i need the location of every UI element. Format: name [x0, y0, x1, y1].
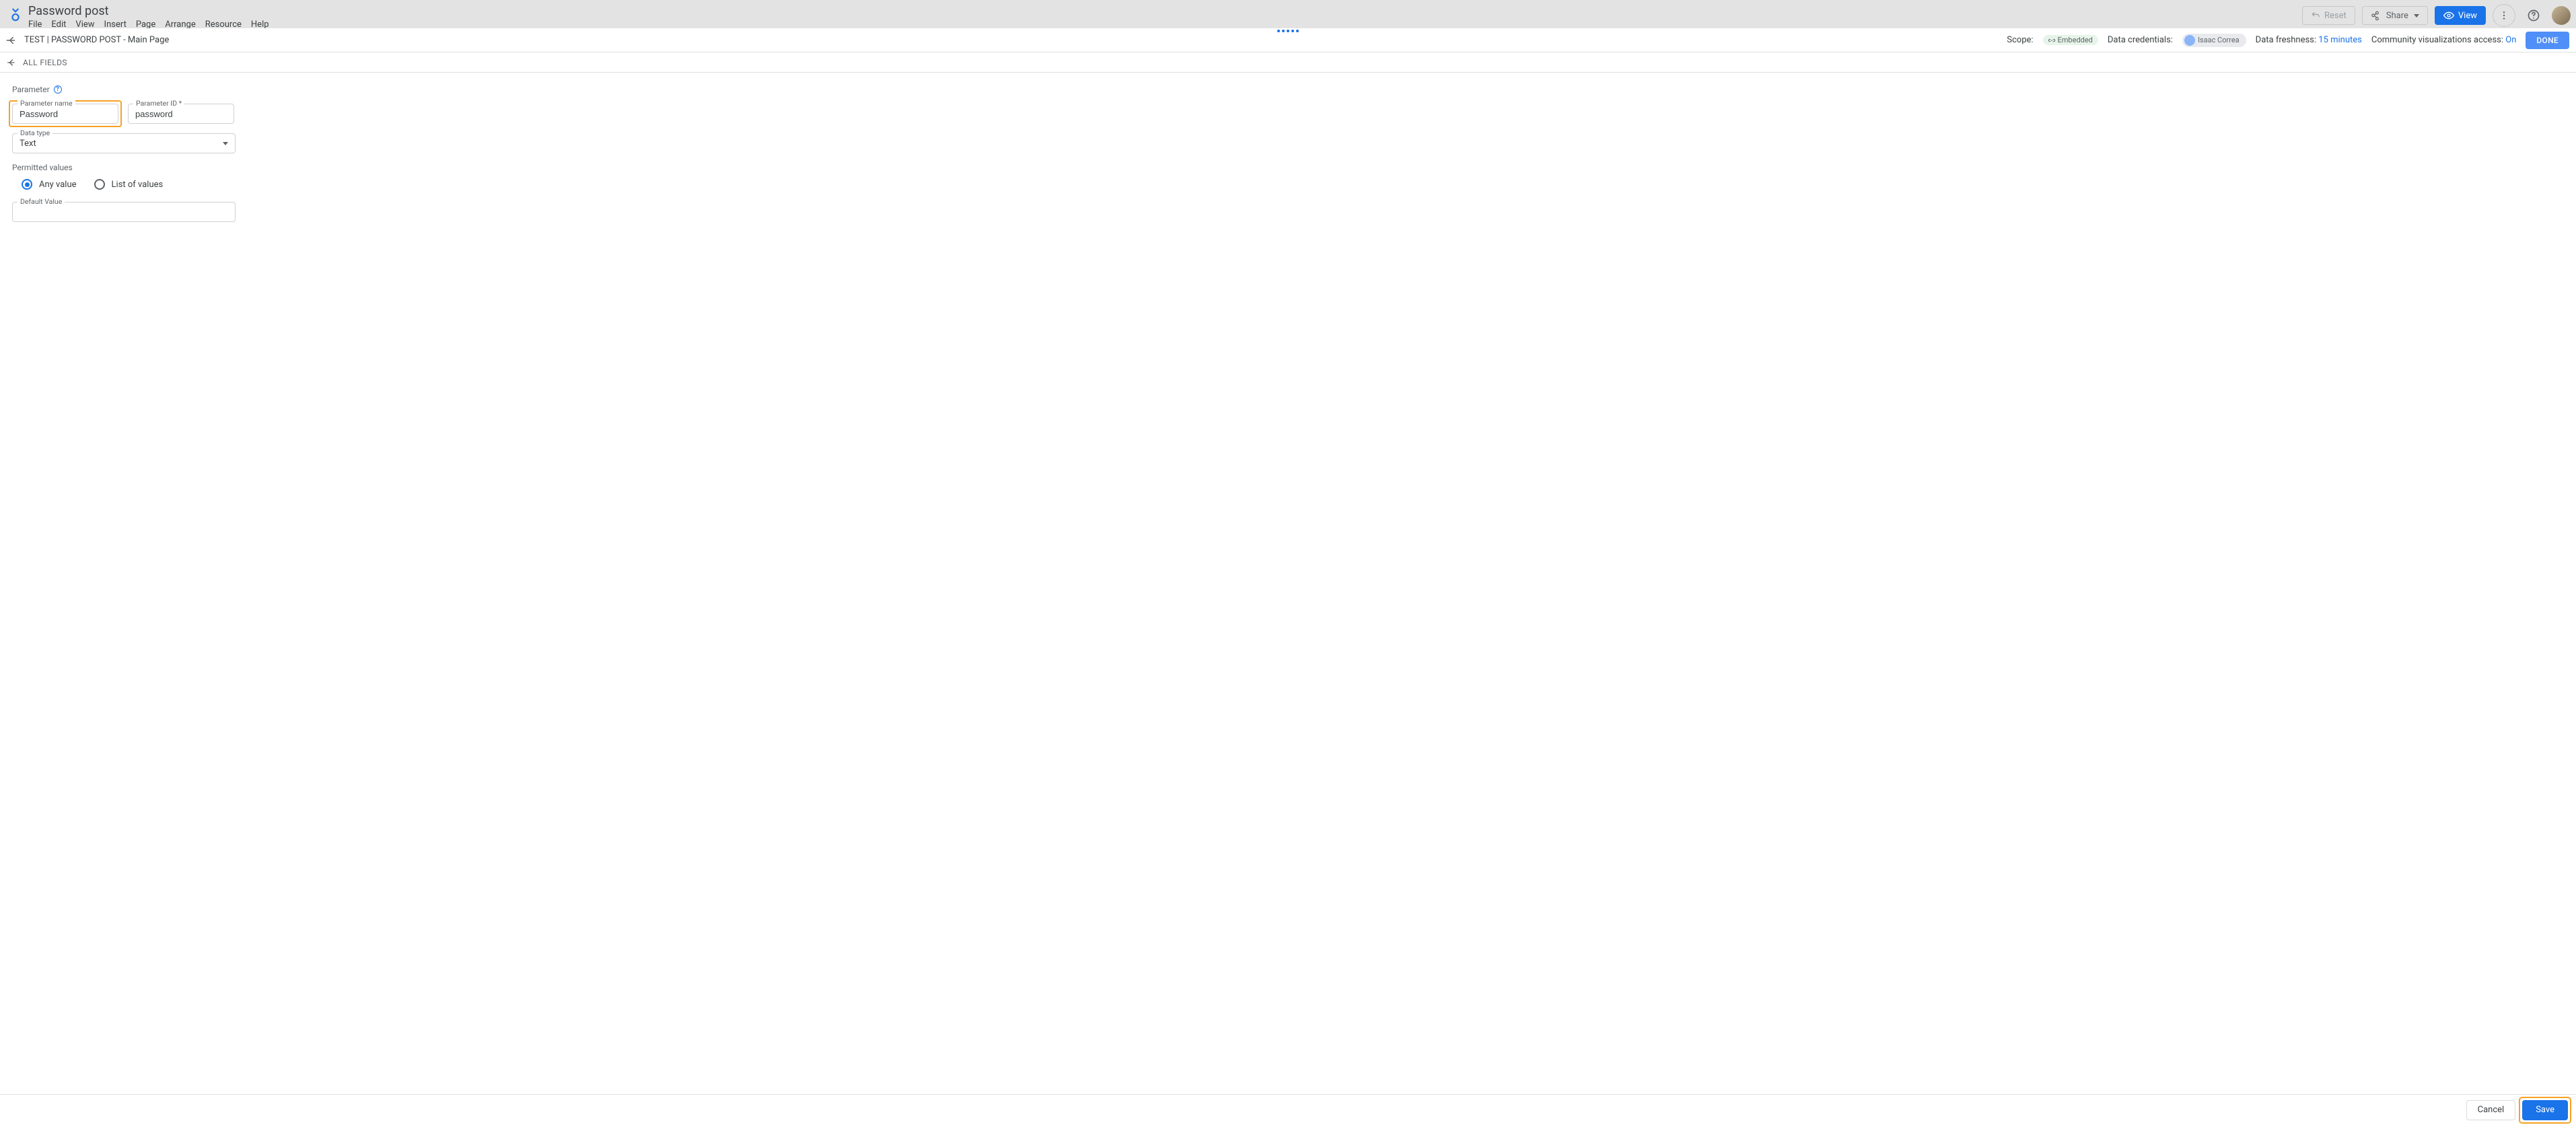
radio-list-label: List of values — [112, 180, 164, 190]
radio-any-value[interactable]: Any value — [22, 179, 77, 190]
radio-icon — [22, 179, 32, 190]
view-button[interactable]: View — [2435, 6, 2486, 25]
share-label: Share — [2386, 11, 2408, 21]
help-icon — [2527, 9, 2540, 22]
parameter-name-field: Parameter name — [12, 104, 118, 124]
all-fields-label: ALL FIELDS — [23, 58, 67, 67]
share-button[interactable]: Share — [2362, 6, 2428, 25]
reset-label: Reset — [2324, 11, 2347, 21]
radio-list-of-values[interactable]: List of values — [94, 179, 164, 190]
link-icon — [2048, 37, 2055, 44]
share-icon — [2371, 11, 2381, 21]
back-arrow-icon — [5, 57, 17, 69]
community-viz-value[interactable]: On — [2505, 35, 2516, 45]
user-avatar-icon — [2184, 35, 2195, 46]
all-fields-nav[interactable]: ALL FIELDS — [0, 52, 2576, 73]
radio-any-label: Any value — [39, 180, 77, 190]
permitted-values-radiogroup: Any value List of values — [12, 179, 2576, 190]
default-value-label: Default Value — [17, 197, 65, 206]
parameter-editor: Parameter ? Parameter name Parameter ID … — [0, 73, 2576, 222]
freshness-label: Data freshness: — [2256, 35, 2316, 45]
back-arrow-button[interactable] — [5, 34, 17, 46]
parameter-name-label: Parameter name — [17, 99, 75, 108]
editor-footer: Cancel Save — [0, 1094, 2576, 1125]
app-logo-icon — [8, 7, 23, 22]
drag-handle-icon[interactable] — [1277, 28, 1299, 32]
account-avatar[interactable] — [2552, 6, 2571, 25]
app-header: Password post File Edit View Insert Page… — [0, 0, 2576, 28]
breadcrumb: TEST | PASSWORD POST - Main Page — [24, 35, 169, 45]
document-title[interactable]: Password post — [28, 3, 269, 18]
permitted-values-label: Permitted values — [12, 163, 2576, 172]
done-button[interactable]: DONE — [2526, 32, 2569, 49]
chevron-down-icon — [2414, 14, 2419, 17]
data-type-value: Text — [20, 139, 36, 149]
parameter-id-label: Parameter ID * — [133, 99, 184, 108]
more-vert-icon — [2499, 10, 2509, 21]
scope-chip[interactable]: Embedded — [2043, 35, 2098, 45]
community-viz-label: Community visualizations access: — [2371, 35, 2503, 45]
scope-label: Scope: — [2007, 35, 2033, 45]
help-button[interactable] — [2522, 4, 2545, 27]
save-button[interactable]: Save — [2522, 1100, 2568, 1120]
cancel-button[interactable]: Cancel — [2466, 1100, 2516, 1120]
radio-icon — [94, 179, 105, 190]
data-type-label: Data type — [17, 129, 52, 137]
scope-value: Embedded — [2058, 36, 2093, 44]
more-options-button[interactable] — [2493, 4, 2515, 27]
credentials-user: Isaac Correa — [2198, 36, 2240, 44]
view-label: View — [2458, 11, 2477, 21]
freshness-value[interactable]: 15 minutes — [2318, 35, 2362, 45]
data-type-field: Data type Text — [12, 133, 236, 153]
help-tooltip-icon[interactable]: ? — [54, 85, 62, 94]
default-value-field: Default Value — [12, 202, 236, 222]
chevron-down-icon — [223, 142, 228, 145]
reset-button[interactable]: Reset — [2302, 6, 2355, 25]
undo-icon — [2311, 11, 2320, 20]
data-source-toolbar: TEST | PASSWORD POST - Main Page Scope: … — [0, 28, 2576, 52]
parameter-id-field: Parameter ID * — [128, 104, 234, 124]
credentials-chip[interactable]: Isaac Correa — [2182, 34, 2246, 47]
parameter-section-title: Parameter — [12, 85, 50, 94]
credentials-label: Data credentials: — [2108, 35, 2173, 45]
eye-icon — [2443, 10, 2454, 21]
